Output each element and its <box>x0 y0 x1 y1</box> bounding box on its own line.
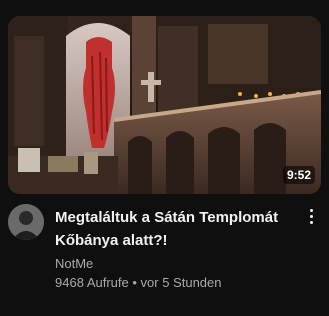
video-duration: 9:52 <box>282 166 315 184</box>
video-title[interactable]: Megtaláltuk a Sátán Templomát Kőbánya al… <box>55 206 300 252</box>
channel-avatar[interactable] <box>8 204 44 240</box>
thumbnail-image <box>8 16 321 194</box>
video-card[interactable]: 9:52 Megtaláltuk a Sátán Templomát Kőbán… <box>0 0 329 316</box>
view-count: 9468 Aufrufe <box>55 275 129 290</box>
menu-dot <box>309 214 313 218</box>
channel-name[interactable]: NotMe <box>55 255 93 273</box>
menu-dot <box>309 220 313 224</box>
avatar-icon <box>8 204 44 240</box>
meta-separator: • <box>132 275 137 290</box>
menu-dot <box>309 208 313 212</box>
upload-age: vor 5 Stunden <box>140 275 222 290</box>
video-thumbnail[interactable]: 9:52 <box>8 16 321 194</box>
more-vert-icon[interactable] <box>303 206 319 226</box>
video-meta: 9468 Aufrufe • vor 5 Stunden <box>55 274 222 292</box>
